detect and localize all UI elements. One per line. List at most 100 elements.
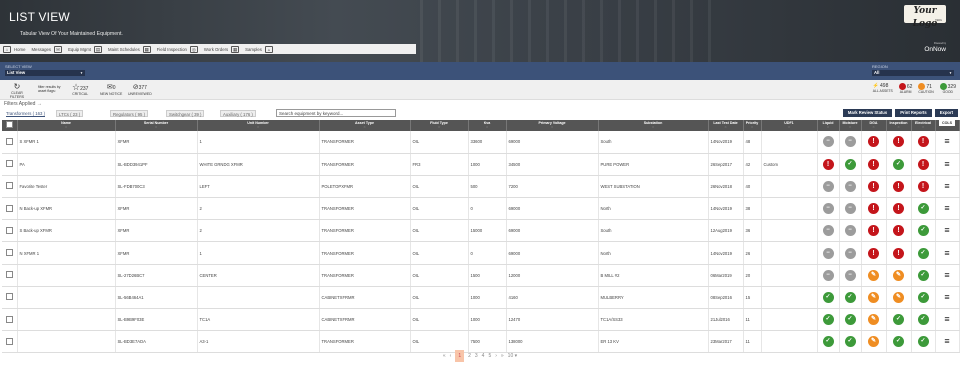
caution-wrench-icon[interactable]: ✎ [868, 291, 879, 303]
ok-check-icon[interactable]: ✓ [893, 314, 904, 326]
hamburger-menu-icon[interactable]: ≡ [944, 203, 949, 213]
nav-item-field-inspection[interactable]: Field Inspection ◎ [154, 44, 201, 54]
page-5-button[interactable]: 5 [488, 350, 491, 362]
hamburger-menu-icon[interactable]: ≡ [944, 248, 949, 258]
tab-ltcs[interactable]: LTCs ( 23 ) [56, 110, 84, 117]
column-header[interactable]: Inspection ○ [886, 120, 912, 131]
print-reports-button[interactable]: Print Reports [895, 109, 932, 117]
not-tested-icon[interactable]: − [822, 180, 834, 192]
caution-wrench-icon[interactable]: ✎ [893, 291, 904, 303]
nav-item-samples[interactable]: Samples ▵ [242, 44, 276, 54]
table-row[interactable]: N XFMR 1 XFMR 1 TRANSFORMER OIL 0 69000 North 14… [2, 241, 960, 265]
column-header[interactable]: Priority ○ [743, 120, 762, 131]
page-2-button[interactable]: 2 [468, 350, 471, 362]
hamburger-menu-icon[interactable]: ≡ [944, 270, 949, 280]
ok-check-icon[interactable]: ✓ [917, 314, 929, 326]
not-tested-icon[interactable]: − [822, 136, 834, 148]
column-header[interactable]: Moisture ○ [839, 120, 862, 131]
critical-filter[interactable]: ☆237 CRITICAL [72, 83, 88, 97]
hamburger-menu-icon[interactable]: ≡ [944, 292, 949, 302]
select-all-checkbox[interactable] [5, 121, 13, 128]
caution-wrench-icon[interactable]: ✎ [893, 269, 904, 281]
table-row[interactable]: PA SL-BDD3941PF WHITE GRNDG XFMR TRANSFORME… [2, 153, 960, 176]
row-checkbox[interactable] [5, 137, 13, 145]
table-row[interactable]: N Back-up XFMR XFMR 2 TRANSFORMER OIL 0 69000 N… [2, 197, 960, 221]
ok-check-icon[interactable]: ✓ [844, 336, 856, 348]
not-tested-icon[interactable]: − [822, 269, 834, 281]
row-checkbox[interactable] [5, 337, 13, 345]
column-header[interactable]: Liquid ○ [817, 120, 840, 131]
ok-check-icon[interactable]: ✓ [844, 158, 856, 170]
row-checkbox[interactable] [5, 293, 13, 301]
stat-all-assets[interactable]: ⚡ 498 ALL ASSETS [873, 83, 893, 94]
ok-check-icon[interactable]: ✓ [917, 203, 929, 215]
ok-check-icon[interactable]: ✓ [844, 291, 856, 303]
tab-regulators[interactable]: Regulators ( 95 ) [110, 110, 149, 117]
row-checkbox[interactable] [5, 226, 13, 234]
column-header[interactable]: Kva ○ [468, 120, 507, 131]
not-tested-icon[interactable]: − [822, 247, 834, 259]
ok-check-icon[interactable]: ✓ [917, 336, 929, 348]
page-4-button[interactable]: 4 [482, 350, 485, 362]
not-tested-icon[interactable]: − [844, 269, 856, 281]
search-input[interactable]: Search equipment by keyword... [276, 109, 396, 117]
stat-alarm[interactable]: 62 ALARM [898, 83, 912, 94]
last-page-button[interactable]: » [501, 350, 504, 362]
column-header[interactable]: UDF1 ○ [761, 120, 818, 131]
ok-check-icon[interactable]: ✓ [917, 291, 929, 303]
row-checkbox[interactable] [5, 249, 13, 257]
table-row[interactable]: SL-56B464A1 CABINETXFRMR OIL 1000 4160 MULBER… [2, 286, 960, 310]
row-checkbox[interactable] [5, 204, 13, 212]
per-page-select[interactable]: 10 ▾ [508, 350, 517, 362]
alarm-icon[interactable]: ! [822, 158, 834, 170]
not-tested-icon[interactable]: − [844, 136, 856, 148]
stat-caution[interactable]: 71 CAUTION [918, 83, 934, 94]
column-header[interactable]: Unit Number ○ [197, 120, 320, 131]
not-tested-icon[interactable]: − [822, 225, 834, 237]
alarm-icon[interactable]: ! [893, 136, 904, 148]
alarm-icon[interactable]: ! [868, 180, 879, 192]
column-header[interactable]: Serial Number ○ [115, 120, 198, 131]
page-3-button[interactable]: 3 [475, 350, 478, 362]
alarm-icon[interactable]: ! [868, 225, 879, 237]
mark-review-status-button[interactable]: Mark Review Status [842, 109, 893, 117]
hamburger-menu-icon[interactable]: ≡ [944, 159, 949, 169]
column-header[interactable]: DGA ○ [861, 120, 887, 131]
ok-check-icon[interactable]: ✓ [917, 247, 929, 259]
ok-check-icon[interactable]: ✓ [822, 336, 834, 348]
row-checkbox[interactable] [5, 160, 13, 168]
filters-applied[interactable]: Filters Applied → [0, 100, 960, 108]
clear-filters-button[interactable]: ↻ CLEAR FILTERS [4, 83, 30, 100]
table-row[interactable]: Favorite Tester SL-FDB700C3 LEFT POLETOPXFM… [2, 175, 960, 199]
next-page-button[interactable]: › [495, 350, 497, 362]
alarm-icon[interactable]: ! [893, 180, 904, 192]
column-header[interactable]: Substation ○ [598, 120, 709, 131]
cols-button[interactable]: COLS [939, 120, 955, 126]
row-checkbox[interactable] [5, 271, 13, 279]
row-checkbox[interactable] [5, 315, 13, 323]
prev-page-button[interactable]: ‹ [450, 350, 452, 362]
stat-good[interactable]: 329 GOOD [939, 83, 956, 94]
select-view-dropdown[interactable]: List View [5, 70, 85, 76]
alarm-icon[interactable]: ! [917, 180, 929, 192]
ok-check-icon[interactable]: ✓ [917, 269, 929, 281]
not-tested-icon[interactable]: − [822, 203, 834, 215]
ok-check-icon[interactable]: ✓ [893, 336, 904, 348]
ok-check-icon[interactable]: ✓ [844, 314, 856, 326]
ok-check-icon[interactable]: ✓ [822, 314, 834, 326]
not-tested-icon[interactable]: − [844, 180, 856, 192]
tab-transformers[interactable]: Transformers ( 163 ) [4, 110, 47, 117]
ok-check-icon[interactable]: ✓ [822, 291, 834, 303]
not-tested-icon[interactable]: − [844, 203, 856, 215]
new-notice-filter[interactable]: ✉0 NEW NOTICE [100, 83, 122, 96]
nav-item-home[interactable]: ⌂ Home [0, 44, 28, 54]
nav-item-maint-schedules[interactable]: Maint Schedules ▦ [105, 44, 154, 54]
row-checkbox[interactable] [5, 182, 13, 190]
nav-item-equip-mgmt[interactable]: Equip Mgmt ▤ [65, 44, 105, 54]
alarm-icon[interactable]: ! [868, 136, 879, 148]
caution-wrench-icon[interactable]: ✎ [868, 336, 879, 348]
region-dropdown[interactable]: All [872, 70, 954, 76]
column-header[interactable]: Name ○ [17, 120, 116, 131]
caution-wrench-icon[interactable]: ✎ [868, 269, 879, 281]
alarm-icon[interactable]: ! [893, 225, 904, 237]
